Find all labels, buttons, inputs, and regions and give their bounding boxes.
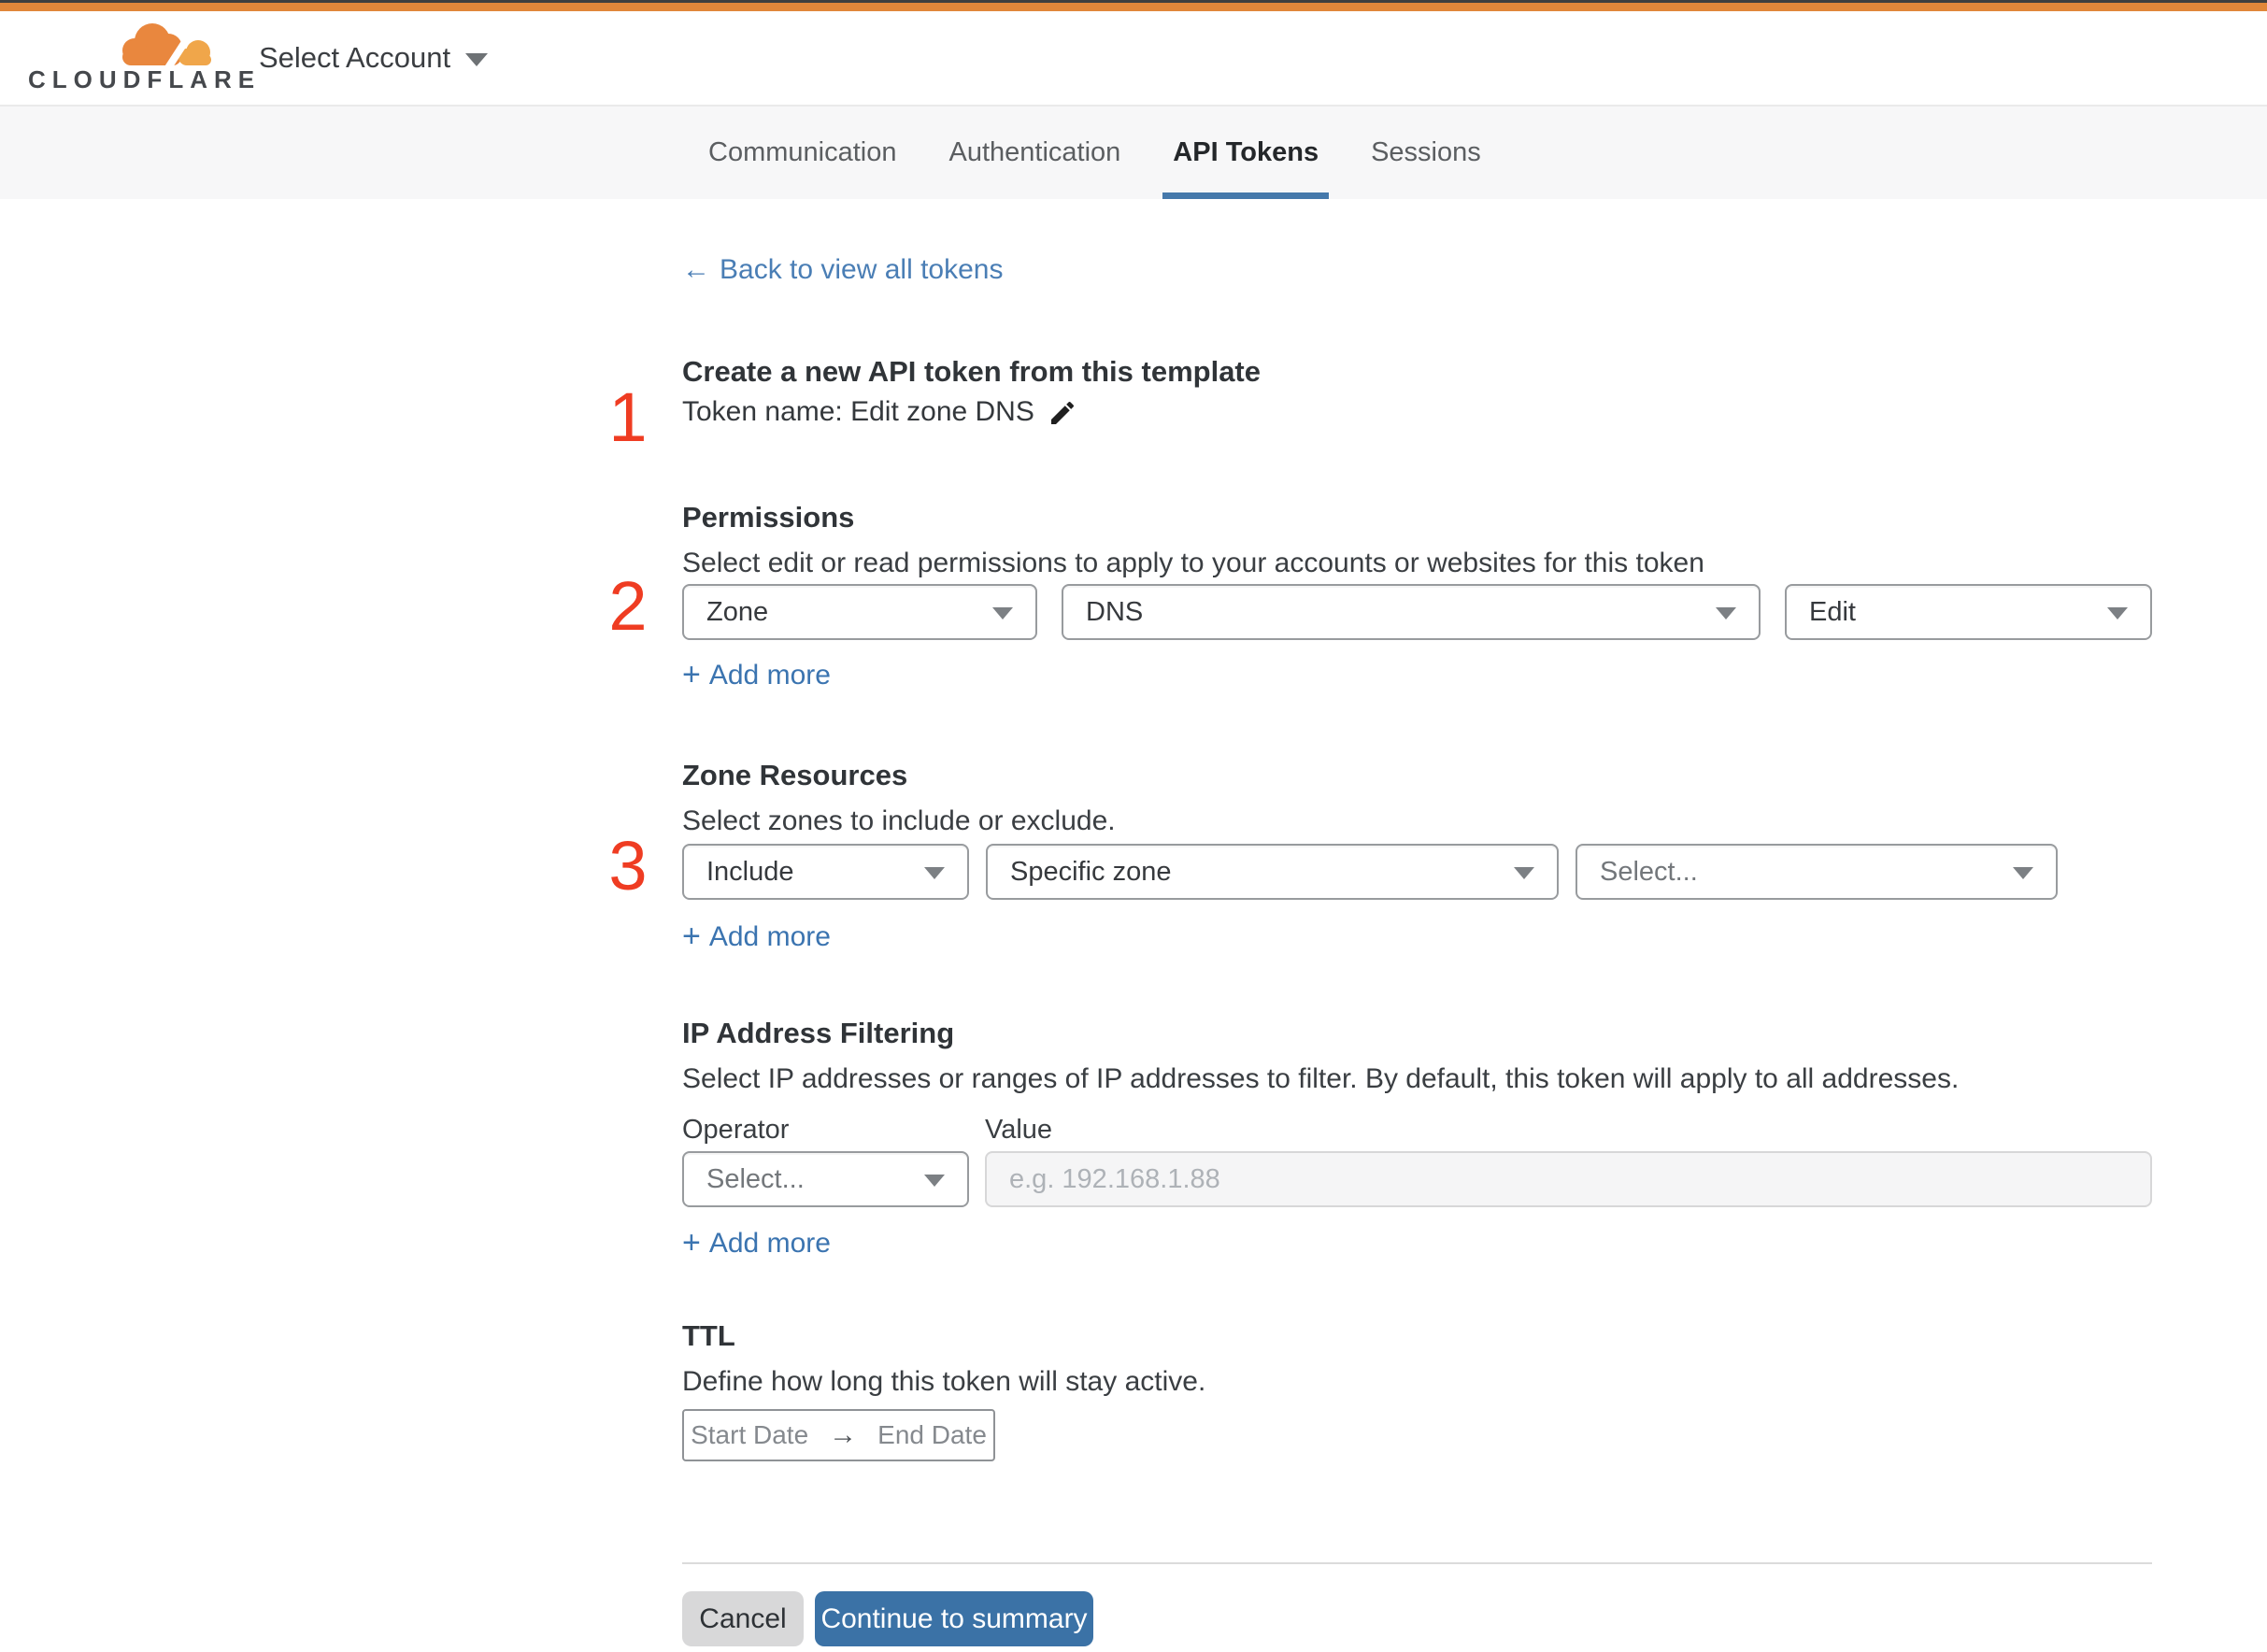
zone-resources-heading: Zone Resources <box>682 759 908 791</box>
tab-communication[interactable]: Communication <box>698 107 906 199</box>
permissions-heading: Permissions <box>682 501 855 534</box>
ttl-description: Define how long this token will stay act… <box>682 1366 1206 1397</box>
end-date-label: End Date <box>877 1420 987 1449</box>
cancel-button[interactable]: Cancel <box>682 1591 804 1646</box>
tab-label: API Tokens <box>1173 137 1319 167</box>
ip-value-input <box>985 1151 2152 1207</box>
tab-bar: Communication Authentication API Tokens … <box>0 107 2267 199</box>
dropdown-caret-icon <box>1514 867 1534 879</box>
header: CLOUDFLARE Select Account <box>0 11 2267 107</box>
select-value: Include <box>706 856 794 887</box>
select-value: DNS <box>1086 596 1144 627</box>
zone-resources-add-more-link[interactable]: + Add more <box>682 919 831 954</box>
permission-group-select[interactable]: DNS <box>1062 584 1761 640</box>
step-2-marker: 2 <box>608 567 648 645</box>
plus-icon: + <box>682 919 701 954</box>
ttl-date-range-picker[interactable]: Start Date → End Date <box>682 1409 995 1461</box>
ip-filtering-row: Select... <box>682 1151 2152 1207</box>
back-link-label: Back to view all tokens <box>720 254 1004 285</box>
edit-pencil-icon[interactable] <box>1048 398 1077 428</box>
ip-filtering-add-more-link[interactable]: + Add more <box>682 1225 831 1260</box>
dropdown-caret-icon <box>924 1175 945 1187</box>
select-value: Specific zone <box>1010 856 1172 887</box>
select-value: Select... <box>1600 856 1698 887</box>
account-selector[interactable]: Select Account <box>259 11 489 105</box>
plus-icon: + <box>682 657 701 692</box>
token-name-text: Token name: Edit zone DNS <box>682 396 1034 427</box>
permissions-add-more-link[interactable]: + Add more <box>682 657 831 692</box>
zone-include-select[interactable]: Include <box>682 844 969 900</box>
select-value: Select... <box>706 1163 805 1194</box>
plus-icon: + <box>682 1225 701 1260</box>
zone-resources-row: Include Specific zone Select... <box>682 844 2058 900</box>
permissions-description: Select edit or read permissions to apply… <box>682 548 1704 578</box>
permissions-row: Zone DNS Edit <box>682 584 2152 640</box>
add-more-label: Add more <box>708 921 831 952</box>
operator-label: Operator <box>682 1115 790 1145</box>
brand-wordmark: CLOUDFLARE <box>28 65 262 93</box>
continue-to-summary-button[interactable]: Continue to summary <box>815 1591 1093 1646</box>
ip-filtering-description: Select IP addresses or ranges of IP addr… <box>682 1063 1960 1094</box>
ttl-heading: TTL <box>682 1319 735 1352</box>
tab-authentication[interactable]: Authentication <box>938 107 1131 199</box>
step-1-marker: 1 <box>608 378 648 456</box>
tab-sessions[interactable]: Sessions <box>1361 107 1491 199</box>
zone-resources-description: Select zones to include or exclude. <box>682 805 1116 836</box>
step-3-marker: 3 <box>608 827 648 904</box>
chevron-down-icon <box>465 53 489 66</box>
zone-picker-select[interactable]: Select... <box>1575 844 2058 900</box>
permission-scope-select[interactable]: Zone <box>682 584 1037 640</box>
tab-label: Communication <box>708 137 897 167</box>
tab-label: Sessions <box>1371 137 1481 167</box>
create-token-heading: Create a new API token from this templat… <box>682 355 1262 388</box>
footer-divider <box>682 1562 2152 1564</box>
dropdown-caret-icon <box>2107 607 2128 620</box>
tab-label: Authentication <box>948 137 1121 167</box>
value-label: Value <box>985 1115 1053 1145</box>
select-value: Edit <box>1809 596 1856 627</box>
cloudflare-logo[interactable]: CLOUDFLARE <box>28 11 254 105</box>
cloudflare-cloud-icon <box>122 23 211 72</box>
right-arrow-icon: → <box>829 1419 858 1450</box>
dropdown-caret-icon <box>2013 867 2033 879</box>
dropdown-caret-icon <box>992 607 1013 620</box>
add-more-label: Add more <box>708 1228 831 1259</box>
add-more-label: Add more <box>708 660 831 691</box>
dropdown-caret-icon <box>924 867 945 879</box>
dropdown-caret-icon <box>1716 607 1736 620</box>
start-date-label: Start Date <box>691 1420 809 1449</box>
permission-level-select[interactable]: Edit <box>1785 584 2152 640</box>
account-selector-label: Select Account <box>259 41 451 74</box>
ip-filtering-heading: IP Address Filtering <box>682 1017 955 1049</box>
ip-operator-select[interactable]: Select... <box>682 1151 969 1207</box>
back-arrow-icon: ← <box>682 254 710 285</box>
api-token-template-page: CLOUDFLARE Select Account Communication … <box>0 0 2267 1652</box>
tabs: Communication Authentication API Tokens … <box>698 107 1491 199</box>
back-to-tokens-link[interactable]: ← Back to view all tokens <box>682 254 1003 286</box>
select-value: Zone <box>706 596 769 627</box>
token-name-row: Token name: Edit zone DNS <box>682 396 1077 428</box>
zone-scope-select[interactable]: Specific zone <box>986 844 1559 900</box>
top-orange-bar <box>0 3 2267 11</box>
tab-api-tokens[interactable]: API Tokens <box>1162 107 1329 199</box>
